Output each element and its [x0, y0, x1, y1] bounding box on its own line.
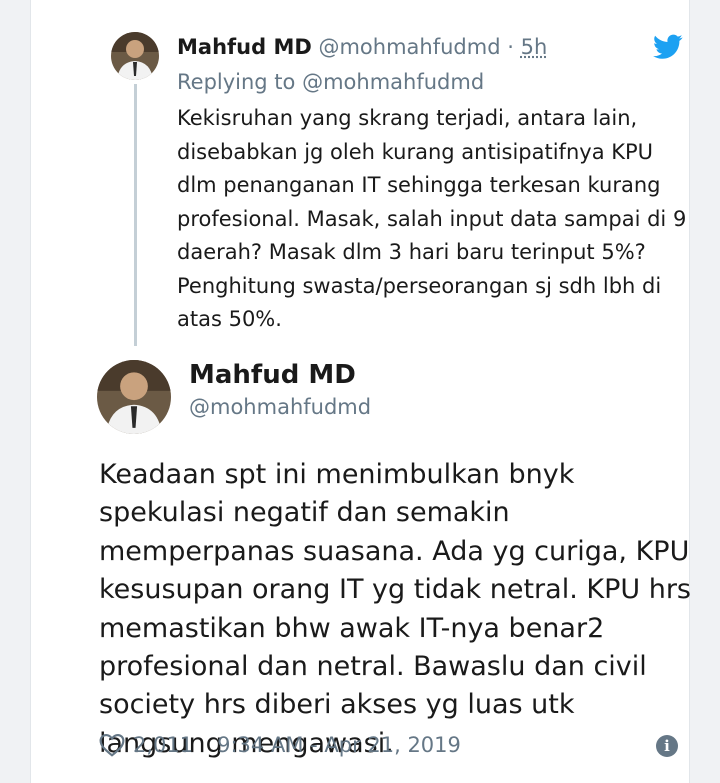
like-count[interactable]: 2,011: [133, 730, 193, 760]
replying-prefix: Replying to: [177, 70, 296, 94]
heart-icon[interactable]: [99, 733, 125, 757]
replying-to-line: Replying to @mohmahfudmd: [177, 66, 484, 98]
main-author-handle[interactable]: @mohmahfudmd: [189, 392, 371, 422]
info-icon[interactable]: i: [656, 735, 678, 757]
twitter-bird-icon: [653, 34, 683, 60]
parent-author-name[interactable]: Mahfud MD: [177, 35, 312, 59]
tweet-card: Mahfud MD @mohmahfudmd · 5h Replying to …: [30, 0, 691, 783]
header-separator: ·: [507, 35, 514, 59]
main-author-avatar[interactable]: [97, 360, 171, 434]
tweet-timestamp[interactable]: 9:34 AM - Apr 21, 2019: [217, 730, 461, 760]
parent-author-avatar[interactable]: [111, 32, 159, 80]
parent-tweet-text: Kekisruhan yang skrang terjadi, antara l…: [177, 106, 687, 331]
parent-relative-time[interactable]: 5h: [521, 35, 548, 59]
main-tweet-text: Keadaan spt ini menimbulkan bnyk spekula…: [99, 459, 691, 759]
thread-connector-line: [134, 84, 137, 346]
replying-to-mention[interactable]: @mohmahfudmd: [302, 70, 484, 94]
tweet-meta-row: 2,011 9:34 AM - Apr 21, 2019: [99, 730, 461, 760]
parent-author-handle[interactable]: @mohmahfudmd: [318, 35, 500, 59]
parent-tweet-header: Mahfud MD @mohmahfudmd · 5h: [177, 30, 547, 64]
main-author-name[interactable]: Mahfud MD: [189, 358, 356, 392]
